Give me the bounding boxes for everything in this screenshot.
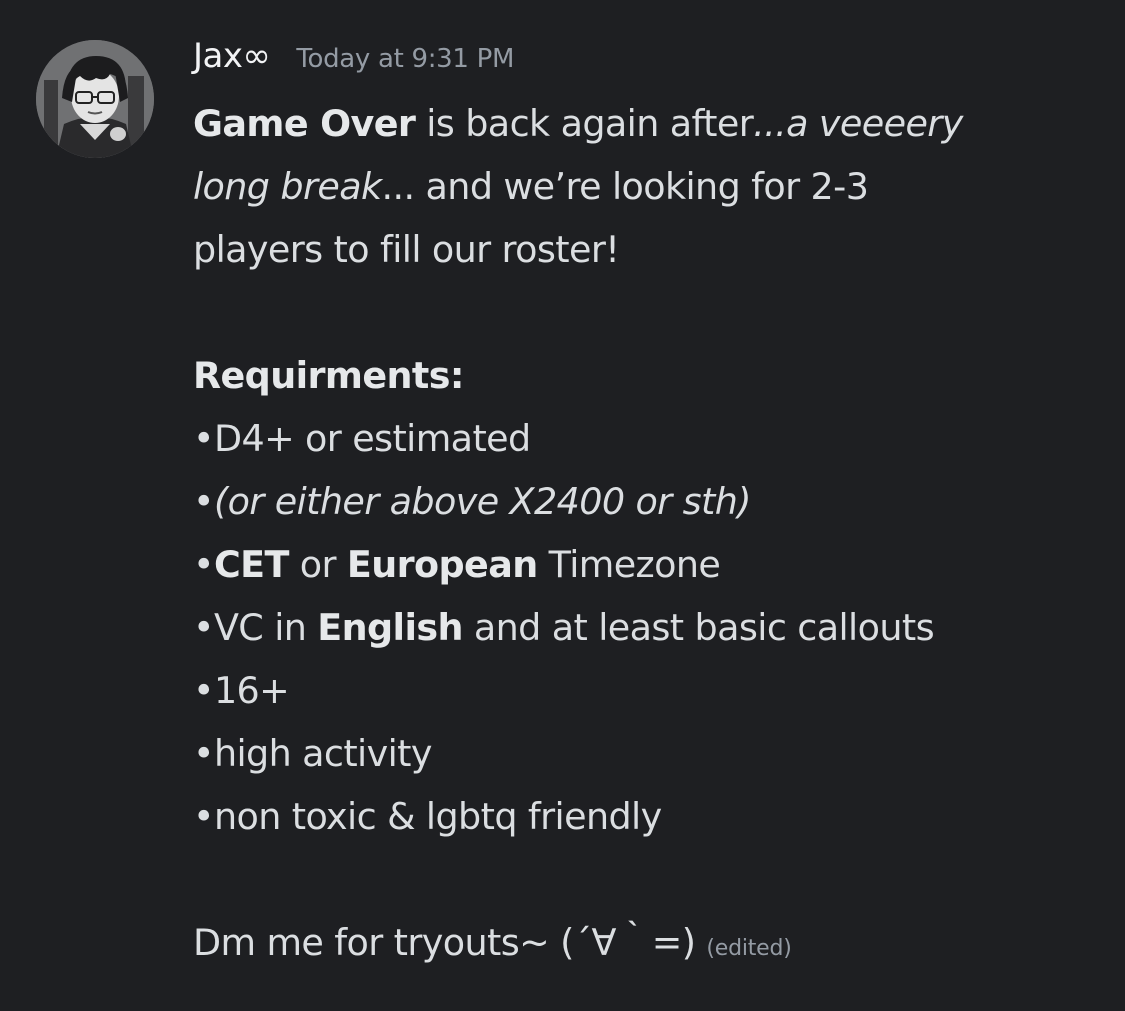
requirement-item: •D4+ or estimated	[193, 407, 1093, 470]
closing-text: Dm me for tryouts~ (´∀｀=)	[193, 921, 707, 964]
content-line: Game Over is back again after...a veeeer…	[193, 92, 1093, 155]
requirement-bold: English	[317, 606, 463, 649]
requirement-bold: European	[346, 543, 538, 586]
intro-italic: ...a veeeery	[753, 102, 963, 145]
user-avatar-icon[interactable]	[36, 40, 154, 158]
content-line: Requirments:	[193, 344, 1093, 407]
bullet: •	[193, 480, 215, 523]
message-timestamp[interactable]: Today at 9:31 PM	[296, 44, 514, 74]
requirement-item: •CET or European Timezone	[193, 533, 1093, 596]
requirements-heading: Requirments:	[193, 354, 464, 397]
requirement-text: high activity	[213, 732, 433, 775]
requirement-bold: CET	[213, 543, 289, 586]
requirement-item: •non toxic & lgbtq friendly	[193, 785, 1093, 848]
requirement-text: VC in	[213, 606, 318, 649]
bullet: •	[193, 417, 215, 460]
requirement-item: •high activity	[193, 722, 1093, 785]
team-name: Game Over	[193, 102, 416, 145]
message-header: Jax∞ Today at 9:31 PM	[193, 36, 514, 86]
edited-label[interactable]: (edited)	[706, 936, 792, 961]
requirement-text: and at least basic callouts	[462, 606, 935, 649]
requirement-text: or	[288, 543, 347, 586]
bullet: •	[193, 606, 215, 649]
intro-text: players to fill our roster!	[193, 228, 620, 271]
requirement-text: D4+ or estimated	[213, 417, 531, 460]
intro-text: is back again after	[415, 102, 754, 145]
chat-message: Jax∞ Today at 9:31 PM Game Over is back …	[0, 0, 1125, 1011]
intro-italic: long break	[193, 165, 382, 208]
bullet: •	[193, 795, 215, 838]
bullet: •	[193, 543, 215, 586]
requirement-item: •VC in English and at least basic callou…	[193, 596, 1093, 659]
message-content: Game Over is back again after...a veeeer…	[193, 92, 1093, 974]
content-line: Dm me for tryouts~ (´∀｀=) (edited)	[193, 911, 1093, 974]
requirement-text: 16+	[213, 669, 290, 712]
requirement-item: •(or either above X2400 or sth)	[193, 470, 1093, 533]
content-line: players to fill our roster!	[193, 218, 1093, 281]
bullet: •	[193, 669, 215, 712]
content-line: long break... and we’re looking for 2-3	[193, 155, 1093, 218]
intro-text: ... and we’re looking for 2-3	[381, 165, 869, 208]
requirement-text: (or either above X2400 or sth)	[213, 480, 752, 523]
requirement-text: Timezone	[537, 543, 721, 586]
requirement-item: •16+	[193, 659, 1093, 722]
requirement-text: non toxic & lgbtq friendly	[213, 795, 662, 838]
bullet: •	[193, 732, 215, 775]
author-name[interactable]: Jax∞	[193, 36, 271, 76]
